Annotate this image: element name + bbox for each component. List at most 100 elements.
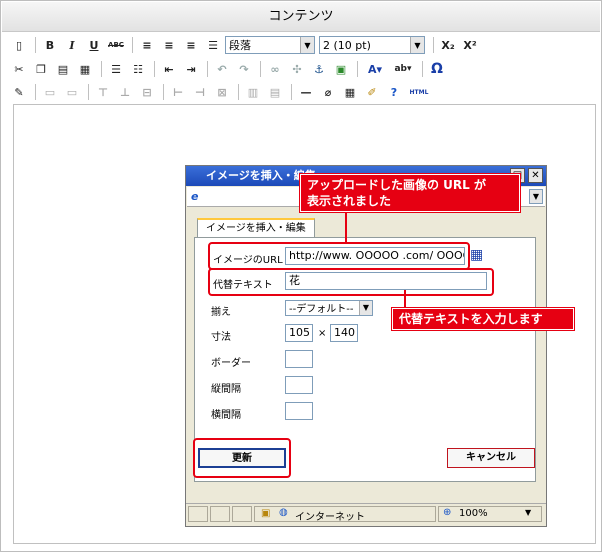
horizontal-rule-icon[interactable]: — bbox=[296, 82, 316, 102]
url-highlight-box bbox=[208, 242, 470, 270]
outdent-icon[interactable]: ⇤ bbox=[159, 59, 179, 79]
font-color-icon[interactable]: A▾ bbox=[362, 59, 388, 79]
format-select[interactable]: 段落 ▼ bbox=[225, 36, 315, 54]
strikethrough-button[interactable]: ABC bbox=[106, 35, 126, 55]
alt-callout-leader bbox=[404, 290, 406, 310]
zoom-icon: ⊕ bbox=[443, 507, 452, 518]
hspace-input[interactable] bbox=[285, 402, 313, 420]
format-select-value: 段落 bbox=[229, 39, 251, 52]
insert-col-before-icon[interactable]: ⊢ bbox=[168, 82, 188, 102]
html-source-button[interactable]: HTML bbox=[406, 82, 432, 102]
zoom-value: 100% bbox=[459, 508, 488, 519]
cleanup-icon[interactable]: ✐ bbox=[362, 82, 382, 102]
chevron-down-icon: ▼ bbox=[410, 37, 424, 53]
chevron-down-icon[interactable]: ▼ bbox=[529, 189, 543, 204]
lock-icon: ▣ bbox=[261, 508, 271, 519]
vspace-label: 縦間隔 bbox=[211, 384, 241, 395]
image-icon[interactable]: ▣ bbox=[331, 59, 351, 79]
highlight-color-icon[interactable]: ab▾ bbox=[390, 59, 416, 79]
toolbar-row-1: ▯ B I U ABC ≡ ≡ ≡ ☰ 段落 ▼ 2 (10 pt) ▼ X₂ X² bbox=[9, 33, 595, 57]
numbered-list-icon[interactable]: ☷ bbox=[128, 59, 148, 79]
link-icon[interactable]: ∞ bbox=[265, 59, 285, 79]
separator bbox=[154, 61, 155, 77]
align-center-icon[interactable]: ≡ bbox=[159, 35, 179, 55]
split-cells-icon[interactable]: ▥ bbox=[243, 82, 263, 102]
separator bbox=[433, 37, 434, 53]
status-bar: ▣ ◍ インターネット ⊕ 100% ▼ bbox=[186, 503, 546, 523]
underline-button[interactable]: U bbox=[84, 35, 104, 55]
separator bbox=[88, 84, 89, 100]
align-select-value: --デフォルト-- bbox=[289, 304, 354, 315]
chevron-down-icon: ▼ bbox=[525, 508, 532, 517]
redo-icon[interactable]: ↷ bbox=[234, 59, 254, 79]
paste-word-icon[interactable]: ▦ bbox=[75, 59, 95, 79]
italic-button[interactable]: I bbox=[62, 35, 82, 55]
delete-col-icon[interactable]: ⊠ bbox=[212, 82, 232, 102]
size-label: 寸法 bbox=[211, 332, 231, 343]
font-size-select-value: 2 (10 pt) bbox=[323, 38, 371, 52]
toolbar-row-2: ✂ ❐ ▤ ▦ ☰ ☷ ⇤ ⇥ ↶ ↷ ∞ ✣ ⚓ ▣ A▾ ab▾ Ω bbox=[9, 57, 595, 81]
undo-icon[interactable]: ↶ bbox=[212, 59, 232, 79]
superscript-button[interactable]: X² bbox=[460, 35, 480, 55]
bold-button[interactable]: B bbox=[40, 35, 60, 55]
special-char-button[interactable]: Ω bbox=[427, 59, 447, 79]
subscript-button[interactable]: X₂ bbox=[438, 35, 458, 55]
insert-row-before-icon[interactable]: ⊤ bbox=[93, 82, 113, 102]
status-cell bbox=[188, 506, 208, 522]
align-left-icon[interactable]: ≡ bbox=[137, 35, 157, 55]
status-cell bbox=[210, 506, 230, 522]
url-callout-line-2: 表示されました bbox=[307, 194, 392, 208]
separator bbox=[101, 61, 102, 77]
vspace-input[interactable] bbox=[285, 376, 313, 394]
zoom-control[interactable]: ⊕ 100% ▼ bbox=[438, 506, 542, 522]
anchor-icon[interactable]: ⚓ bbox=[309, 59, 329, 79]
zone-label: インターネット bbox=[295, 512, 365, 523]
cut-icon[interactable]: ✂ bbox=[9, 59, 29, 79]
status-cell: ▣ ◍ インターネット bbox=[254, 506, 436, 523]
new-document-icon[interactable]: ▯ bbox=[9, 35, 29, 55]
font-size-select[interactable]: 2 (10 pt) ▼ bbox=[319, 36, 425, 54]
toolbar-row-3: ✎ ▭ ▭ ⊤ ⊥ ⊟ ⊢ ⊣ ⊠ ▥ ▤ — ⌀ ▦ ✐ ? HTML bbox=[9, 80, 595, 104]
table-row-props-icon[interactable]: ▭ bbox=[40, 82, 60, 102]
separator bbox=[163, 84, 164, 100]
hspace-label: 横間隔 bbox=[211, 410, 241, 421]
separator bbox=[132, 37, 133, 53]
table-icon[interactable]: ▦ bbox=[340, 82, 360, 102]
ie-icon: e bbox=[191, 190, 199, 203]
unlink-icon[interactable]: ✣ bbox=[287, 59, 307, 79]
insert-row-after-icon[interactable]: ⊥ bbox=[115, 82, 135, 102]
edit-icon[interactable]: ✎ bbox=[9, 82, 29, 102]
close-icon[interactable]: ✕ bbox=[528, 168, 543, 183]
alt-highlight-box bbox=[208, 268, 494, 296]
insert-col-after-icon[interactable]: ⊣ bbox=[190, 82, 210, 102]
merge-cells-icon[interactable]: ▤ bbox=[265, 82, 285, 102]
table-cell-props-icon[interactable]: ▭ bbox=[62, 82, 82, 102]
chevron-down-icon[interactable]: ▼ bbox=[359, 301, 372, 315]
copy-icon[interactable]: ❐ bbox=[31, 59, 51, 79]
cancel-button[interactable]: キャンセル bbox=[447, 448, 535, 468]
window-title: コンテンツ bbox=[2, 2, 600, 32]
help-icon[interactable]: ? bbox=[384, 82, 404, 102]
separator bbox=[260, 61, 261, 77]
delete-row-icon[interactable]: ⊟ bbox=[137, 82, 157, 102]
tab-insert-edit-image[interactable]: イメージを挿入・編集 bbox=[197, 218, 315, 239]
border-label: ボーダー bbox=[211, 358, 251, 369]
paste-icon[interactable]: ▤ bbox=[53, 59, 73, 79]
height-input[interactable]: 140 bbox=[330, 324, 358, 342]
bullet-list-icon[interactable]: ☰ bbox=[106, 59, 126, 79]
alt-callout: 代替テキストを入力します bbox=[391, 307, 575, 331]
align-justify-icon[interactable]: ☰ bbox=[203, 35, 223, 55]
indent-icon[interactable]: ⇥ bbox=[181, 59, 201, 79]
browse-icon[interactable]: ▦ bbox=[470, 247, 483, 263]
url-callout-leader bbox=[345, 208, 347, 244]
separator bbox=[238, 84, 239, 100]
align-right-icon[interactable]: ≡ bbox=[181, 35, 201, 55]
separator bbox=[291, 84, 292, 100]
separator bbox=[357, 61, 358, 77]
status-cell bbox=[232, 506, 252, 522]
url-callout: アップロードした画像の URL が 表示されました bbox=[299, 173, 521, 213]
remove-format-icon[interactable]: ⌀ bbox=[318, 82, 338, 102]
border-input[interactable] bbox=[285, 350, 313, 368]
chevron-down-icon: ▼ bbox=[300, 37, 314, 53]
width-input[interactable]: 105 bbox=[285, 324, 313, 342]
